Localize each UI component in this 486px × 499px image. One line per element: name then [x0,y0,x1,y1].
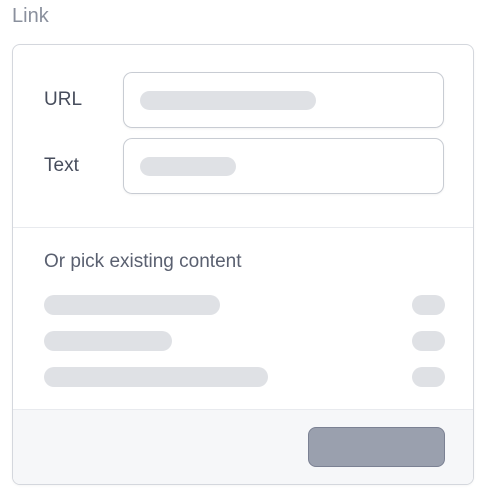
content-item-meta [412,331,445,351]
content-item-name [44,367,268,387]
dialog-heading: Link [12,5,49,27]
dialog-footer [13,409,473,484]
primary-action-button[interactable] [308,427,445,467]
text-field-row: Text [13,138,473,194]
content-list-item[interactable] [13,331,473,353]
content-item-name [44,295,220,315]
text-placeholder-bar [140,157,236,176]
existing-content-picker: Or pick existing content [13,227,473,409]
link-dialog: URL Text Or pick existing content [12,44,474,485]
content-item-meta [412,295,445,315]
content-list-item[interactable] [13,367,473,389]
content-item-name [44,331,172,351]
text-label: Text [44,155,79,176]
content-list-item[interactable] [13,295,473,317]
url-input[interactable] [123,72,444,128]
text-input[interactable] [123,138,444,194]
link-form: URL Text [13,45,473,228]
picker-title: Or pick existing content [44,251,242,272]
url-label: URL [44,89,83,110]
url-field-row: URL [13,72,473,128]
url-placeholder-bar [140,91,316,110]
content-item-meta [412,367,445,387]
